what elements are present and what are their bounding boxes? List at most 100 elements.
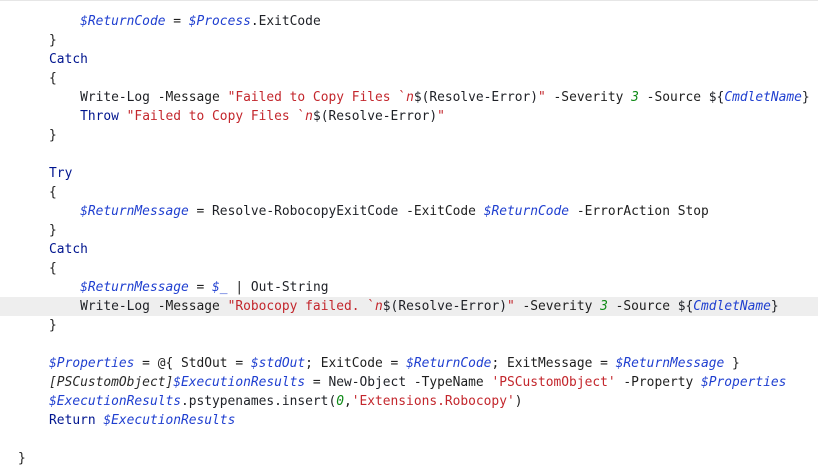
code-token-var: $Properties bbox=[49, 356, 135, 371]
code-token-param: -Severity bbox=[545, 90, 632, 105]
code-token-cmd: Resolve-RobocopyExitCode bbox=[212, 204, 399, 219]
code-token-param: -Message bbox=[149, 299, 228, 314]
code-token-cmd: } bbox=[770, 299, 779, 314]
code-line[interactable]: Catch bbox=[0, 240, 818, 259]
code-token-num: 0 bbox=[336, 394, 344, 409]
code-line[interactable]: } bbox=[0, 316, 818, 335]
code-token-brace: { bbox=[49, 71, 57, 86]
code-token-op: } bbox=[724, 356, 740, 371]
code-token-cmd: ${ bbox=[677, 299, 694, 314]
code-line[interactable]: Return $ExecutionResults bbox=[0, 411, 818, 430]
code-token-op: , bbox=[343, 394, 352, 409]
code-editor[interactable]: $ReturnCode = $Process.ExitCode } Catch … bbox=[0, 0, 818, 466]
code-line[interactable]: Write-Log -Message "Robocopy failed. `n$… bbox=[0, 297, 818, 316]
code-token-str: "Failed to Copy Files ` bbox=[126, 109, 306, 124]
code-token-param: -Message bbox=[149, 90, 228, 105]
code-line[interactable]: } bbox=[0, 449, 818, 468]
code-line[interactable]: $ReturnCode = $Process.ExitCode bbox=[0, 12, 818, 31]
code-token-var: $ReturnMessage bbox=[80, 204, 189, 219]
code-token-var: $ExecutionResults bbox=[49, 394, 181, 409]
code-line[interactable] bbox=[0, 430, 818, 449]
code-line[interactable]: $Properties = @{ StdOut = $stdOut; ExitC… bbox=[0, 354, 818, 373]
code-token-cmd: .ExitCode bbox=[250, 14, 321, 29]
code-token-cmd: Out-String bbox=[250, 280, 329, 295]
code-token-kw: Catch bbox=[49, 242, 88, 257]
code-token-str: 'Extensions.Robocopy' bbox=[351, 394, 515, 409]
code-token-var: $ReturnCode bbox=[80, 14, 166, 29]
code-token-str: 'PSCustomObject' bbox=[491, 375, 616, 390]
code-token-brace: { bbox=[49, 185, 57, 200]
code-token-var: $ReturnMessage bbox=[80, 280, 189, 295]
code-token-brace: } bbox=[49, 128, 57, 143]
code-line[interactable]: [PSCustomObject]$ExecutionResults = New-… bbox=[0, 373, 818, 392]
code-line[interactable]: } bbox=[0, 221, 818, 240]
code-token-var: $Process bbox=[188, 14, 251, 29]
code-token-param: -ExitCode bbox=[398, 204, 484, 219]
code-token-cmd: .pstypenames.insert( bbox=[180, 394, 337, 409]
code-token-param: -Source bbox=[638, 90, 709, 105]
code-token-var: $ReturnMessage bbox=[615, 356, 725, 371]
code-line[interactable]: $ExecutionResults.pstypenames.insert(0,'… bbox=[0, 392, 818, 411]
code-token-param: -Property bbox=[615, 375, 702, 390]
code-line[interactable] bbox=[0, 335, 818, 354]
code-token-kw: Try bbox=[49, 166, 73, 181]
code-token-brace: } bbox=[49, 318, 57, 333]
code-token-cmd: ${ bbox=[708, 90, 725, 105]
code-token-op: = bbox=[188, 280, 213, 295]
code-token-op: | bbox=[227, 280, 251, 295]
code-line[interactable]: Try bbox=[0, 164, 818, 183]
code-token-kw: Return bbox=[49, 413, 96, 428]
code-token-cmd: $(Resolve-Error) bbox=[413, 90, 539, 105]
code-token-str: " bbox=[437, 109, 445, 124]
code-token-cmd: New-Object bbox=[328, 375, 407, 390]
code-token-op: ) bbox=[514, 394, 523, 409]
code-line[interactable]: { bbox=[0, 183, 818, 202]
code-line[interactable]: $ReturnMessage = $_ | Out-String bbox=[0, 278, 818, 297]
code-token-var: $ReturnCode bbox=[406, 356, 492, 371]
code-line[interactable]: { bbox=[0, 259, 818, 278]
code-token-num: 3 bbox=[600, 299, 608, 314]
code-line[interactable]: Catch bbox=[0, 50, 818, 69]
code-token-cmd: Write-Log bbox=[80, 90, 150, 105]
code-token-str: " bbox=[506, 299, 515, 314]
code-token-str: " bbox=[538, 90, 546, 105]
code-token-op: ; ExitCode = bbox=[305, 356, 407, 371]
code-line[interactable]: { bbox=[0, 69, 818, 88]
code-token-esc: n bbox=[305, 109, 313, 124]
code-line[interactable] bbox=[0, 145, 818, 164]
code-line[interactable]: } bbox=[0, 126, 818, 145]
code-token-kw: Throw bbox=[80, 109, 119, 124]
code-token-str: "Robocopy failed. ` bbox=[227, 299, 376, 314]
code-line[interactable]: $ReturnMessage = Resolve-RobocopyExitCod… bbox=[0, 202, 818, 221]
code-token-var: $_ bbox=[212, 280, 228, 295]
code-token-op: = bbox=[165, 14, 189, 29]
code-token-var: CmdletName bbox=[693, 299, 771, 314]
code-line[interactable]: Throw "Failed to Copy Files `n$(Resolve-… bbox=[0, 107, 818, 126]
code-token-esc: n bbox=[406, 90, 414, 105]
code-token-param: -TypeName bbox=[406, 375, 492, 390]
code-token-cmd: } bbox=[801, 90, 810, 105]
code-line[interactable]: Write-Log -Message "Failed to Copy Files… bbox=[0, 88, 818, 107]
code-token-var: $ExecutionResults bbox=[103, 413, 236, 428]
code-line[interactable]: } bbox=[0, 31, 818, 50]
code-token-op: = bbox=[188, 204, 213, 219]
code-token-var: CmdletName bbox=[724, 90, 802, 105]
